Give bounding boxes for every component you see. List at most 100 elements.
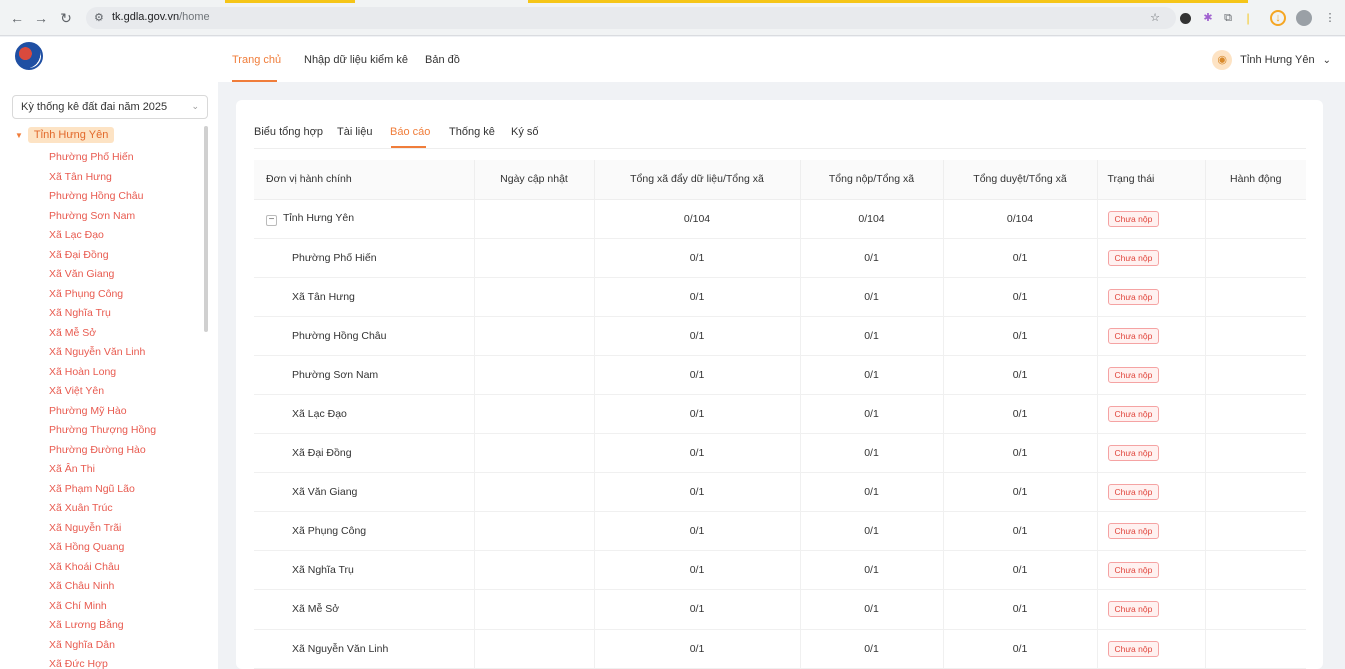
download-icon[interactable]: ↓ xyxy=(1270,10,1286,26)
cell-unit: − Tỉnh Hưng Yên xyxy=(254,199,475,239)
tree-item[interactable]: Xã Xuân Trúc xyxy=(49,499,156,519)
table-row[interactable]: − Tỉnh Hưng Yên 0/104 0/104 0/104 Chưa nộp xyxy=(254,199,1306,239)
tree-item[interactable]: Xã Ân Thi xyxy=(49,460,156,480)
cell-approved: 0/1 xyxy=(943,550,1098,591)
cell-unit: Xã Phụng Công xyxy=(254,511,475,552)
nav-import-data[interactable]: Nhập dữ liệu kiểm kê xyxy=(304,54,408,66)
cell-updated xyxy=(474,277,595,317)
table-row[interactable]: Xã Tân Hưng 0/1 0/1 0/1 Chưa nộp xyxy=(254,277,1306,317)
forward-icon[interactable]: → xyxy=(32,9,50,27)
cell-pushed: 0/1 xyxy=(594,238,801,278)
extension-gear-icon[interactable]: ✱ xyxy=(1200,10,1216,26)
tree-item[interactable]: Xã Mễ Sở xyxy=(49,324,156,344)
table-row[interactable]: Phường Sơn Nam 0/1 0/1 0/1 Chưa nộp xyxy=(254,355,1306,395)
extensions-puzzle-icon[interactable]: ⧉ xyxy=(1220,10,1236,26)
cell-actions xyxy=(1205,511,1306,552)
tab-summary[interactable]: Biểu tổng hợp xyxy=(254,126,323,138)
cell-pushed: 0/1 xyxy=(594,511,801,552)
tab-reports[interactable]: Báo cáo xyxy=(390,126,430,138)
tree-item[interactable]: Xã Khoái Châu xyxy=(49,558,156,578)
table-row[interactable]: Phường Phố Hiến 0/1 0/1 0/1 Chưa nộp xyxy=(254,238,1306,278)
reload-icon[interactable]: ↻ xyxy=(57,9,75,27)
status-badge: Chưa nộp xyxy=(1107,210,1160,227)
cell-status: Chưa nộp xyxy=(1097,472,1206,513)
table-row[interactable]: Xã Mễ Sở 0/1 0/1 0/1 Chưa nộp xyxy=(254,589,1306,630)
cell-pushed: 0/1 xyxy=(594,629,801,669)
tree-item[interactable]: Xã Đại Đồng xyxy=(49,246,156,266)
cell-actions xyxy=(1205,355,1306,395)
status-badge: Chưa nộp xyxy=(1107,249,1160,266)
address-bar[interactable]: ⚙ tk.gdla.gov.vn/home xyxy=(86,7,1176,29)
cell-pushed: 0/1 xyxy=(594,472,801,513)
table-row[interactable]: Xã Phụng Công 0/1 0/1 0/1 Chưa nộp xyxy=(254,511,1306,552)
tree-item[interactable]: Xã Văn Giang xyxy=(49,265,156,285)
cell-status: Chưa nộp xyxy=(1097,511,1206,552)
tree-item[interactable]: Xã Nguyễn Trãi xyxy=(49,519,156,539)
cell-status: Chưa nộp xyxy=(1097,433,1206,474)
tab-signing[interactable]: Ký số xyxy=(511,126,539,138)
nav-home[interactable]: Trang chủ xyxy=(232,54,281,66)
tree-item[interactable]: Xã Tân Hưng xyxy=(49,168,156,188)
back-icon[interactable]: ← xyxy=(8,9,26,27)
caret-down-icon[interactable]: ▼ xyxy=(15,131,23,140)
cell-actions xyxy=(1205,199,1306,239)
tree-item[interactable]: Xã Lương Bằng xyxy=(49,616,156,636)
cell-updated xyxy=(474,629,595,669)
table-row[interactable]: Xã Đại Đồng 0/1 0/1 0/1 Chưa nộp xyxy=(254,433,1306,474)
table-row[interactable]: Phường Hồng Châu 0/1 0/1 0/1 Chưa nộp xyxy=(254,316,1306,356)
url-path: /home xyxy=(179,11,210,23)
status-badge: Chưa nộp xyxy=(1107,601,1160,618)
tree-item[interactable]: Phường Phố Hiến xyxy=(49,148,156,168)
tree-root-label[interactable]: Tỉnh Hưng Yên xyxy=(27,127,115,143)
tree-item[interactable]: Xã Hoàn Long xyxy=(49,363,156,383)
user-menu[interactable]: ◉ Tỉnh Hưng Yên ⌄ xyxy=(1212,50,1331,70)
tree-item[interactable]: Phường Hồng Châu xyxy=(49,187,156,207)
chevron-down-icon: ⌄ xyxy=(191,101,199,111)
profile-avatar-icon[interactable] xyxy=(1296,10,1312,26)
tab-documents[interactable]: Tài liệu xyxy=(337,126,372,138)
table-row[interactable]: Xã Nguyễn Văn Linh 0/1 0/1 0/1 Chưa nộp xyxy=(254,629,1306,669)
extension-dark-icon[interactable] xyxy=(1180,13,1191,24)
cell-status: Chưa nộp xyxy=(1097,316,1206,356)
tree-item[interactable]: Xã Châu Ninh xyxy=(49,577,156,597)
bookmark-star-icon[interactable]: ☆ xyxy=(1147,10,1163,26)
cell-updated xyxy=(474,394,595,435)
tree-item[interactable]: Xã Hồng Quang xyxy=(49,538,156,558)
tab-statistics[interactable]: Thống kê xyxy=(449,126,495,138)
nav-map[interactable]: Bản đồ xyxy=(425,54,460,66)
tree-item[interactable]: Phường Sơn Nam xyxy=(49,207,156,227)
tree-item[interactable]: Xã Lạc Đạo xyxy=(49,226,156,246)
tree-item[interactable]: Phường Thượng Hồng xyxy=(49,421,156,441)
tree-root[interactable]: ▼ Tỉnh Hưng Yên xyxy=(15,127,115,143)
tree-item[interactable]: Xã Chí Minh xyxy=(49,597,156,617)
table-row[interactable]: Xã Văn Giang 0/1 0/1 0/1 Chưa nộp xyxy=(254,472,1306,513)
tree-item[interactable]: Xã Phạm Ngũ Lão xyxy=(49,480,156,500)
cell-unit: Phường Phố Hiến xyxy=(254,238,475,278)
tree-item[interactable]: Xã Nguyễn Văn Linh xyxy=(49,343,156,363)
tree-item[interactable]: Phường Mỹ Hào xyxy=(49,402,156,422)
table-row[interactable]: Xã Lạc Đạo 0/1 0/1 0/1 Chưa nộp xyxy=(254,394,1306,435)
logo[interactable] xyxy=(15,42,43,70)
cell-status: Chưa nộp xyxy=(1097,277,1206,317)
report-table: Đơn vị hành chính Ngày cập nhật Tổng xã … xyxy=(254,160,1306,669)
tree-item[interactable]: Xã Phụng Công xyxy=(49,285,156,305)
tree-item[interactable]: Xã Nghĩa Trụ xyxy=(49,304,156,324)
tree-item[interactable]: Phường Đường Hào xyxy=(49,441,156,461)
chevron-down-icon: ⌄ xyxy=(1322,54,1331,66)
tree-item[interactable]: Xã Đức Hợp xyxy=(49,655,156,669)
table-header-row: Đơn vị hành chính Ngày cập nhật Tổng xã … xyxy=(254,160,1306,200)
period-select[interactable]: Kỳ thống kê đất đai năm 2025 ⌄ xyxy=(12,95,208,119)
sidebar-scrollbar[interactable] xyxy=(204,126,208,332)
site-info-icon[interactable]: ⚙ xyxy=(94,11,104,24)
cell-unit: Xã Mễ Sở xyxy=(254,589,475,630)
status-badge: Chưa nộp xyxy=(1107,445,1160,462)
cell-actions xyxy=(1205,394,1306,435)
tree-item[interactable]: Xã Nghĩa Dân xyxy=(49,636,156,656)
browser-menu-icon[interactable]: ⋮ xyxy=(1322,10,1338,26)
status-badge: Chưa nộp xyxy=(1107,327,1160,344)
collapse-icon[interactable]: − xyxy=(266,214,277,226)
cell-submitted: 0/1 xyxy=(800,433,944,474)
sidebar: Kỳ thống kê đất đai năm 2025 ⌄ ▼ Tỉnh Hư… xyxy=(0,82,218,669)
table-row[interactable]: Xã Nghĩa Trụ 0/1 0/1 0/1 Chưa nộp xyxy=(254,550,1306,591)
tree-item[interactable]: Xã Việt Yên xyxy=(49,382,156,402)
